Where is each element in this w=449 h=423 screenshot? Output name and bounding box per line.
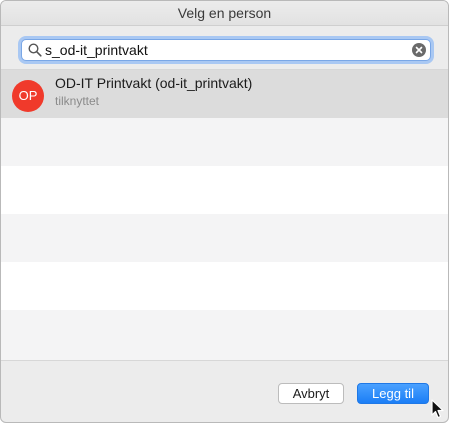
empty-row	[1, 118, 448, 166]
empty-row	[1, 166, 448, 214]
search-icon	[28, 43, 42, 57]
person-name: OD-IT Printvakt (od-it_printvakt)	[55, 75, 253, 91]
search-field[interactable]	[21, 39, 431, 61]
list-item[interactable]: OP OD-IT Printvakt (od-it_printvakt) til…	[1, 70, 448, 118]
person-status: tilknyttet	[55, 94, 100, 108]
dialog-title: Velg en person	[1, 1, 448, 26]
add-button[interactable]: Legg til	[357, 383, 429, 404]
empty-row	[1, 310, 448, 360]
results-list: OP OD-IT Printvakt (od-it_printvakt) til…	[1, 69, 448, 361]
clear-search-icon[interactable]	[412, 43, 426, 57]
select-person-dialog: Velg en person OP OD-IT Printvakt (od-it…	[0, 0, 449, 423]
mouse-pointer-icon	[431, 399, 445, 419]
empty-row	[1, 262, 448, 310]
avatar: OP	[12, 80, 44, 112]
search-input[interactable]	[45, 40, 405, 60]
cancel-button[interactable]: Avbryt	[278, 383, 344, 404]
empty-row	[1, 214, 448, 262]
